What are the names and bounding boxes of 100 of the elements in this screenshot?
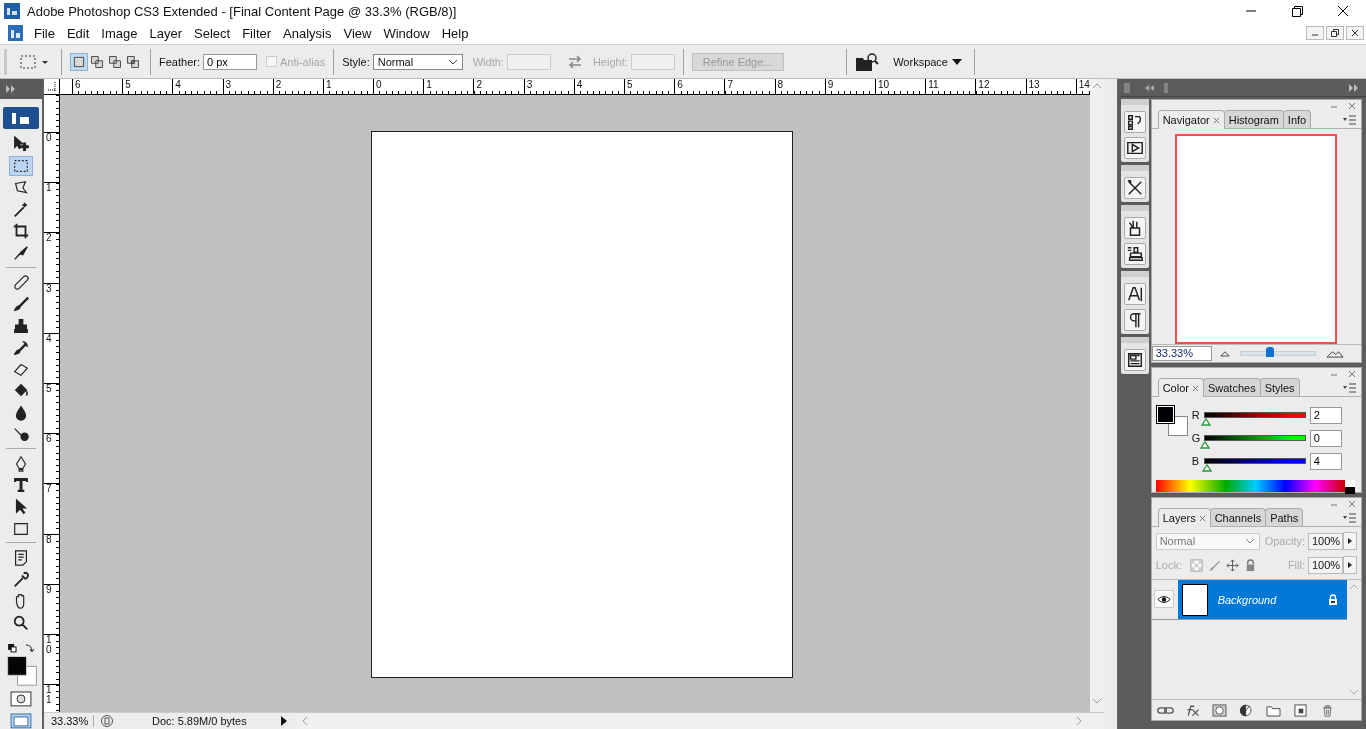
visibility-toggle[interactable]	[1153, 590, 1174, 608]
ruler-label: 10	[45, 634, 52, 655]
ruler-label: 2	[476, 79, 482, 90]
channel-slider[interactable]	[1202, 434, 1307, 450]
app-logo-icon	[4, 3, 20, 19]
menu-item[interactable]: Analysis	[277, 22, 338, 44]
adjustment-icon[interactable]	[1237, 703, 1255, 717]
type-icon	[11, 476, 30, 495]
fill-field[interactable]: 100%	[1308, 556, 1343, 574]
squares-icon	[125, 53, 141, 70]
view-rectangle[interactable]	[1175, 134, 1338, 344]
mask-icon[interactable]	[1210, 703, 1228, 717]
document-status-icon[interactable]	[99, 714, 114, 728]
brushes-panel-button[interactable]	[1123, 217, 1146, 239]
panel-group-handle[interactable]	[1120, 271, 1149, 277]
menu-item[interactable]: Edit	[60, 22, 96, 44]
caret-icon	[1244, 538, 1255, 544]
menu-item[interactable]: Window	[377, 22, 436, 44]
play-icon	[1125, 139, 1144, 157]
ruler-label: 7	[727, 79, 733, 90]
document-size-text: Doc: 5.89M/0 bytes	[151, 715, 248, 727]
expand-icon[interactable]	[1348, 83, 1360, 92]
menu-item[interactable]: Filter	[236, 22, 278, 44]
play-panel-button[interactable]	[1123, 137, 1146, 159]
channel-value-field[interactable]: 4	[1309, 452, 1342, 470]
zoom-field[interactable]: 33.33%	[1151, 346, 1212, 361]
panel-tab[interactable]: Paths	[1265, 508, 1304, 526]
menu-item[interactable]: View	[337, 22, 378, 44]
channel-value-field[interactable]: 0	[1309, 429, 1342, 447]
ruler-label: 12	[978, 79, 990, 90]
panel-menu-icon[interactable]	[1343, 513, 1357, 523]
folder-icon[interactable]	[1264, 703, 1282, 717]
slider-thumb[interactable]	[1199, 440, 1210, 449]
layer-comps-panel-button[interactable]	[1123, 349, 1146, 371]
style-dropdown[interactable]: Normal	[372, 53, 463, 70]
panel-tab[interactable]: Swatches	[1202, 378, 1261, 396]
default-colors-icon[interactable]	[5, 641, 36, 654]
move-icon[interactable]	[1225, 558, 1239, 572]
ruler-label: 7	[45, 484, 52, 495]
panel-menu-icon[interactable]	[1343, 115, 1357, 125]
restore-icon[interactable]	[1326, 26, 1344, 40]
screen-mode-icon[interactable]	[9, 713, 32, 729]
menu-item[interactable]: Help	[435, 22, 475, 44]
menu-item[interactable]: Select	[188, 22, 237, 44]
panel-tab[interactable]: Navigator	[1157, 110, 1225, 129]
panel-tab[interactable]: Color	[1157, 378, 1204, 397]
zoom-out-icon[interactable]	[1219, 350, 1230, 357]
panel-tab[interactable]: Styles	[1259, 378, 1300, 396]
zoom-in-icon[interactable]	[1325, 349, 1344, 358]
panel-group-handle[interactable]	[1120, 165, 1149, 171]
width-label: Width:	[472, 55, 504, 68]
menu-item[interactable]: Layer	[143, 22, 189, 44]
status-menu-icon[interactable]	[279, 716, 288, 726]
opacity-field[interactable]: 100%	[1308, 532, 1343, 550]
ruler-label: 3	[526, 79, 533, 90]
workspace-menu[interactable]: Workspace	[893, 55, 962, 68]
ruler-label: 9	[827, 79, 834, 90]
swap-icon[interactable]	[566, 54, 583, 69]
history-brush-icon	[11, 338, 30, 357]
panel-tab[interactable]: Layers	[1157, 508, 1211, 527]
document-icon[interactable]	[6, 24, 24, 42]
channel-value-field[interactable]: 2	[1309, 406, 1342, 424]
panel-tab[interactable]: Channels	[1209, 508, 1267, 526]
height-field[interactable]	[630, 53, 675, 70]
expand-icon[interactable]	[5, 84, 17, 93]
feather-field[interactable]: 0 px	[202, 53, 257, 70]
panel-group-handle[interactable]	[1120, 99, 1149, 105]
panel-group-handle[interactable]	[1120, 337, 1149, 343]
panel-menu-icon[interactable]	[1343, 383, 1357, 393]
paragraph-panel-button[interactable]	[1123, 309, 1146, 331]
quick-mask-icon[interactable]	[9, 691, 32, 708]
style-label: Style:	[342, 55, 370, 68]
marquee-tool[interactable]	[8, 155, 33, 177]
close-icon[interactable]	[1346, 26, 1364, 40]
panel-tab[interactable]: Info	[1282, 110, 1312, 128]
ruler-label: 6	[677, 79, 683, 90]
panel-tab[interactable]: Histogram	[1223, 110, 1284, 128]
folder-search-icon[interactable]	[855, 51, 880, 72]
width-field[interactable]	[506, 53, 551, 70]
slider-thumb[interactable]	[1266, 347, 1275, 357]
channel-slider[interactable]	[1202, 457, 1307, 473]
new-selection-button[interactable]	[70, 52, 88, 71]
channel-slider[interactable]	[1202, 411, 1307, 427]
layer-row[interactable]: Background	[1177, 580, 1347, 619]
ruler-label: 6	[74, 79, 81, 90]
character-panel-button[interactable]	[1123, 283, 1146, 305]
menu-item[interactable]: File	[28, 22, 61, 44]
menu-item[interactable]: Image	[95, 22, 144, 44]
color-spectrum[interactable]	[1155, 480, 1355, 492]
zoom-field[interactable]: 33.33%	[43, 715, 94, 727]
blend-mode-dropdown[interactable]: Normal	[1155, 532, 1260, 550]
stamp-panel-button[interactable]	[1123, 243, 1146, 265]
eye-icon	[1156, 594, 1171, 604]
slider-thumb[interactable]	[1200, 417, 1211, 426]
panel-group-handle[interactable]	[1120, 205, 1149, 211]
eyedropper-icon	[11, 570, 30, 589]
history-panel-button[interactable]	[1123, 111, 1146, 133]
tools-panel-button[interactable]	[1123, 177, 1146, 199]
caret-icon	[447, 58, 458, 65]
new-layer-icon[interactable]	[1291, 703, 1309, 717]
